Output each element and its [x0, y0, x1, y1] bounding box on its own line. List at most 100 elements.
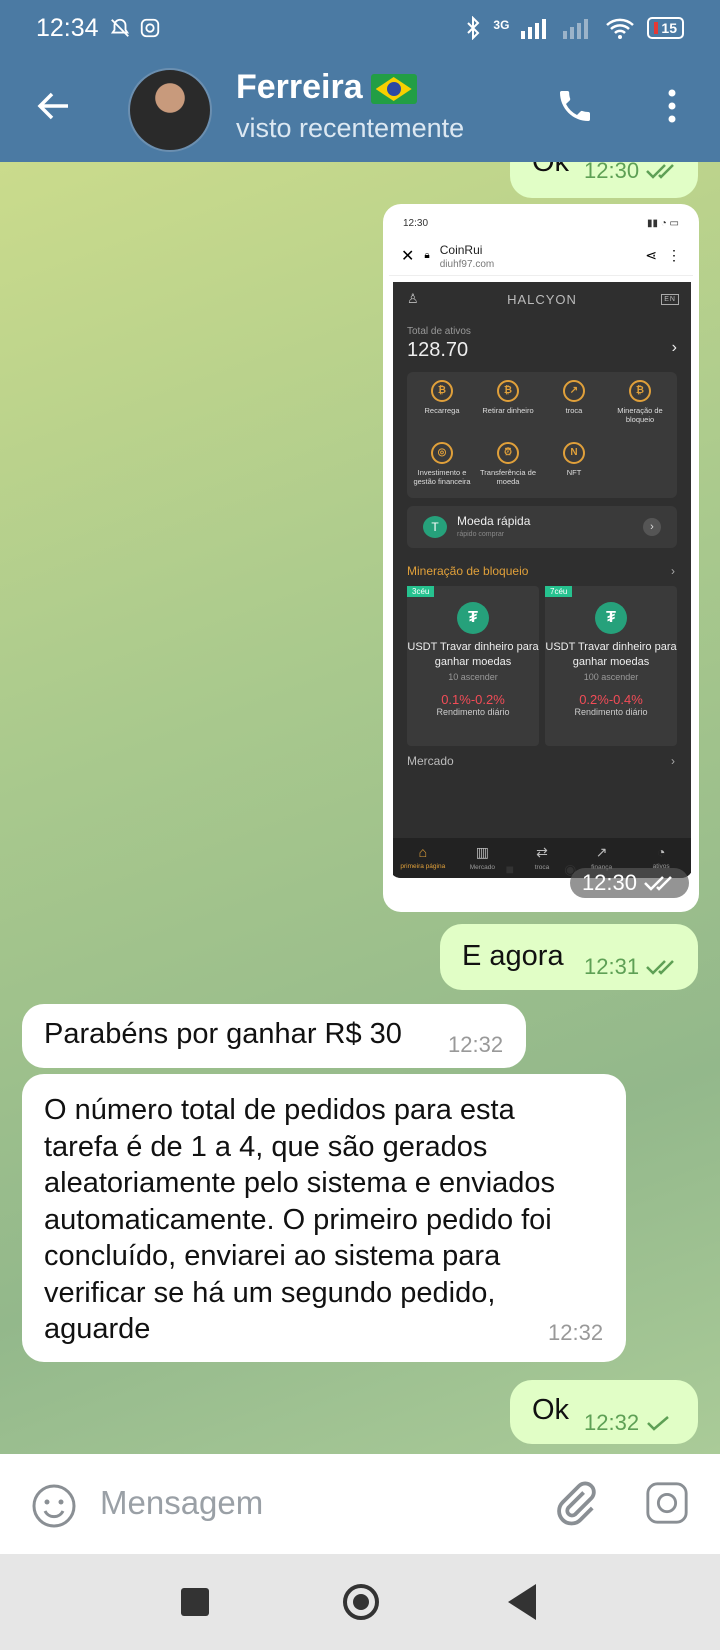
share-icon: ⋖ [645, 247, 657, 263]
message-time: 12:32 [584, 1410, 640, 1435]
message-meta: 12:31 [584, 954, 679, 980]
card-title: USDT Travar dinheiro para ganhar moedas [545, 641, 677, 668]
total-row: 128.70 › [393, 337, 691, 364]
screenshot-battery-icon: ▮▮ ◔ ▭ [646, 217, 679, 229]
mining-icon: ₿ [629, 380, 651, 402]
status-bar: 12:34 3G 15 [0, 0, 720, 56]
back-button[interactable] [508, 1584, 536, 1620]
bluetooth-icon [467, 16, 480, 40]
section-title: Mineração de bloqueio [407, 564, 529, 578]
total-label: Total de ativos [407, 326, 471, 337]
section-title: Mercado [407, 754, 454, 768]
battery-level: 15 [661, 20, 677, 36]
message-time: 12:30 [581, 870, 637, 895]
transfer-icon: ⏰︎ [497, 442, 519, 464]
contact-name: Ferreira [236, 68, 363, 106]
grid-item: ₿ Mineração de bloqueio [605, 372, 675, 424]
message-meta: 12:32 [584, 1410, 671, 1436]
recent-apps-button[interactable] [181, 1588, 209, 1616]
grid-item: ◎ Investimento e gestão financeira [407, 434, 477, 486]
outgoing-message[interactable]: E agora 12:31 [440, 924, 698, 990]
mute-notifications-icon [110, 18, 129, 37]
quick-subtitle: rápido comprar [457, 531, 505, 538]
tether-icon: ₮ [595, 602, 627, 634]
nft-icon: N [563, 442, 585, 464]
incoming-message[interactable]: Parabéns por ganhar R$ 30 12:32 [22, 1004, 526, 1068]
card-label: Rendimento diário [436, 707, 510, 717]
card-title: USDT Travar dinheiro para ganhar moedas [407, 641, 539, 668]
double-check-icon [646, 164, 674, 179]
site-url: diuhf97.com [439, 259, 495, 270]
card-subtitle: 100 ascender [583, 672, 639, 682]
grid-item: ↗ troca [539, 372, 609, 415]
battery-indicator: 15 [647, 17, 684, 39]
tether-icon: T [423, 516, 447, 538]
single-check-icon [647, 1416, 669, 1431]
chat-area[interactable]: Ok 12:30 12:30 ▮▮ ◔ ▭ ✕ 🔒︎ CoinRui diuhf9… [0, 162, 720, 1454]
message-time: 12:30 [584, 162, 640, 183]
brazil-flag-icon [370, 74, 417, 105]
message-text: O número total de pedidos para esta tare… [44, 1094, 556, 1345]
phone-call-icon[interactable] [555, 86, 595, 126]
screenshot-app: ♙ HALCYON EN Total de ativos 128.70 › ₿ Reca… [393, 282, 691, 878]
wifi-icon [606, 18, 635, 39]
incoming-message[interactable]: O número total de pedidos para esta tare… [22, 1074, 626, 1362]
arrow-right-icon: › [643, 518, 661, 536]
bitcoin-icon: ₿ [497, 380, 519, 402]
home-button[interactable] [343, 1584, 379, 1620]
contact-avatar[interactable] [128, 68, 212, 152]
contact-name-row[interactable]: Ferreira [236, 68, 417, 107]
signal-icon [521, 19, 547, 39]
chat-header: Ferreira visto recentemente [0, 56, 720, 162]
grid-item: ₿ Retirar dinheiro [473, 372, 543, 415]
lock-icon: 🔒︎ [424, 250, 430, 261]
grid-label: Retirar dinheiro [482, 406, 534, 415]
screenshot-time: 12:30 [403, 217, 429, 229]
contact-status: visto recentemente [236, 113, 465, 143]
mining-cards: 3céu ₮ USDT Travar dinheiro para ganhar … [393, 578, 691, 746]
card-tag: 3céu [407, 586, 435, 597]
mining-card: 7céu ₮ USDT Travar dinheiro para ganhar … [545, 586, 677, 746]
signal-weak-icon [563, 19, 589, 39]
attachment-icon[interactable] [552, 1480, 598, 1526]
quick-coin-row: T Moeda rápida rápido comprar › [407, 506, 677, 548]
screenshot-status-bar: 12:30 ▮▮ ◔ ▭ [389, 210, 693, 236]
square-icon: ■ [505, 861, 515, 877]
card-subtitle: 10 ascender [448, 672, 498, 682]
bitcoin-icon: ₿ [431, 380, 453, 402]
camera-icon[interactable] [644, 1480, 690, 1526]
card-tag: 7céu [545, 586, 573, 597]
section-mining: Mineração de bloqueio › [393, 556, 691, 578]
screenshot-image[interactable]: 12:30 ▮▮ ◔ ▭ ✕ 🔒︎ CoinRui diuhf97.com ⋖ ⋮… [389, 210, 693, 878]
chevron-right-icon: › [671, 564, 675, 578]
system-navigation-bar [0, 1554, 720, 1650]
screenshot-url-bar: ✕ 🔒︎ CoinRui diuhf97.com ⋖ ⋮ [389, 236, 693, 276]
chart-icon: ↗ [563, 380, 585, 402]
menu-dots-icon: ⋮ [667, 247, 681, 263]
message-input[interactable]: Mensagem [100, 1484, 263, 1522]
message-text: E agora [462, 940, 564, 972]
grid-item: ₿ Recarrega [407, 372, 477, 415]
outgoing-message[interactable]: Ok 12:32 [510, 1380, 698, 1444]
double-check-icon [646, 960, 674, 975]
message-text: Ok [532, 162, 570, 178]
card-percentage: 0.2%-0.4% [579, 692, 643, 707]
network-type: 3G [493, 18, 510, 32]
mining-card: 3céu ₮ USDT Travar dinheiro para ganhar … [407, 586, 539, 746]
outgoing-message[interactable]: Ok 12:30 [510, 162, 698, 198]
image-message[interactable]: 12:30 ▮▮ ◔ ▭ ✕ 🔒︎ CoinRui diuhf97.com ⋖ ⋮… [383, 204, 699, 912]
message-time: 12:32 [548, 1320, 604, 1345]
card-label: Rendimento diário [574, 707, 648, 717]
more-options-icon[interactable] [664, 86, 680, 126]
message-text: Ok [532, 1394, 570, 1426]
emoji-icon[interactable] [30, 1482, 78, 1530]
grid-label: Investimento e gestão financeira [413, 468, 471, 486]
grid-label: troca [565, 406, 583, 415]
site-name: CoinRui [439, 243, 483, 257]
app-title: HALCYON [507, 291, 577, 307]
back-arrow-icon[interactable] [36, 88, 72, 124]
image-message-meta: 12:30 [569, 868, 689, 898]
user-icon: ♙ [407, 291, 420, 306]
chevron-right-icon: › [671, 754, 675, 768]
message-time: 12:31 [584, 954, 640, 979]
